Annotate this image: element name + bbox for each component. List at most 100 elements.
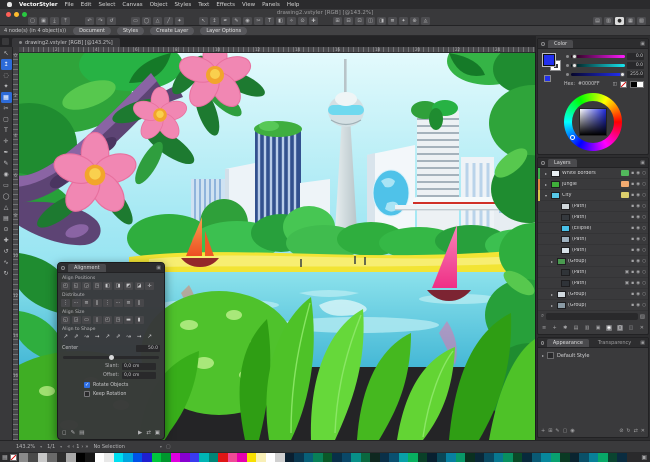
style-icon[interactable]: ◬ bbox=[421, 17, 430, 25]
layer-target-icon[interactable]: ○ bbox=[642, 215, 646, 220]
color-swatch[interactable] bbox=[370, 453, 380, 462]
boolean-icon[interactable]: ⊟ bbox=[344, 17, 353, 25]
redo-icon[interactable]: ↷ bbox=[96, 17, 105, 25]
color-swatch[interactable] bbox=[218, 453, 228, 462]
layer-visibility-icon[interactable]: ◉ bbox=[636, 270, 640, 275]
layer-lock-icon[interactable]: ▪ bbox=[631, 237, 634, 242]
isolate-icon[interactable]: ▥ bbox=[584, 325, 591, 331]
color-swatch[interactable] bbox=[399, 453, 409, 462]
color-swatch[interactable] bbox=[152, 453, 162, 462]
layer-color-chip[interactable] bbox=[621, 192, 629, 198]
panel-menu-icon[interactable] bbox=[541, 161, 545, 165]
zoom-level[interactable]: 143.2% bbox=[16, 444, 35, 450]
transparency-tab[interactable]: Transparency bbox=[592, 339, 637, 347]
align-top-icon[interactable]: ◳ bbox=[93, 282, 102, 290]
align-right-icon[interactable]: ◲ bbox=[82, 282, 91, 290]
duplicate-icon[interactable]: ◫ bbox=[628, 325, 635, 331]
edit-alignment-icon[interactable]: ✎ bbox=[71, 430, 76, 436]
color-swatch[interactable] bbox=[342, 453, 352, 462]
color-swatch[interactable] bbox=[199, 453, 209, 462]
filter-icon[interactable]: ▨ bbox=[640, 314, 645, 320]
apple-menu-icon[interactable] bbox=[7, 2, 12, 7]
color-swatch[interactable] bbox=[313, 453, 323, 462]
color-swatch[interactable] bbox=[437, 453, 447, 462]
polygon-tool[interactable]: △ bbox=[1, 202, 12, 213]
distribute-bottom-icon[interactable]: ≡ bbox=[124, 299, 133, 307]
spiral-tool[interactable]: ↻ bbox=[1, 268, 12, 279]
layer-color-chip[interactable] bbox=[621, 236, 629, 242]
style-box-icon[interactable]: ▢ bbox=[563, 428, 568, 434]
color-swatch[interactable] bbox=[351, 453, 361, 462]
copy-color-icon[interactable]: ◫ bbox=[612, 82, 617, 87]
ruler-corner[interactable] bbox=[13, 47, 19, 53]
distribute-spacing-icon[interactable]: ∥ bbox=[135, 299, 144, 307]
color-slider-knob[interactable] bbox=[572, 63, 577, 68]
knife-tool[interactable]: ✂ bbox=[1, 103, 12, 114]
refresh-style-icon[interactable]: ↻ bbox=[626, 428, 630, 434]
layer-lock-icon[interactable]: ▪ bbox=[631, 215, 634, 220]
alignment-panel-tab[interactable]: Alignment bbox=[68, 264, 106, 272]
color-swatch[interactable] bbox=[85, 453, 95, 462]
layer-name[interactable]: City bbox=[562, 193, 619, 198]
clear-style-icon[interactable]: ⊘ bbox=[619, 428, 623, 434]
layer-row[interactable]: (Path) ▣ ▪ ◉ ○ bbox=[538, 267, 648, 278]
layer-lock-icon[interactable]: ▪ bbox=[631, 248, 634, 253]
layer-color-chip[interactable] bbox=[621, 214, 629, 220]
layer-clip-icon[interactable]: ▣ bbox=[625, 281, 629, 286]
grid-tool[interactable]: ▤ bbox=[1, 213, 12, 224]
fill-stroke-indicator[interactable] bbox=[542, 53, 564, 83]
menu-item[interactable]: File bbox=[65, 2, 74, 8]
color-swatch[interactable] bbox=[361, 453, 371, 462]
shape-align-6-icon[interactable]: ⇗ bbox=[114, 333, 123, 341]
color-swatch[interactable] bbox=[161, 453, 171, 462]
color-swatch[interactable] bbox=[513, 453, 523, 462]
layer-thumbnail[interactable] bbox=[561, 236, 570, 243]
layer-name[interactable]: (Group) bbox=[568, 259, 619, 264]
layer-lock-icon[interactable]: ▪ bbox=[631, 292, 634, 297]
color-swatch[interactable] bbox=[285, 453, 295, 462]
text-icon[interactable]: T bbox=[265, 17, 274, 25]
size-min-icon[interactable]: ▯ bbox=[93, 316, 102, 324]
layer-name[interactable]: (Ellipse) bbox=[572, 226, 619, 231]
layer-expand-arrow[interactable]: ▾ bbox=[545, 193, 549, 198]
layer-thumbnail[interactable] bbox=[557, 258, 566, 265]
layer-search-input[interactable] bbox=[546, 313, 638, 320]
center-slider[interactable] bbox=[63, 356, 159, 359]
align-hcenter-icon[interactable]: ◱ bbox=[72, 282, 81, 290]
color-swatch[interactable] bbox=[484, 453, 494, 462]
lasso-tool[interactable]: ◌ bbox=[1, 70, 12, 81]
layer-name[interactable]: (Path) bbox=[572, 270, 613, 275]
rotate-objects-checkbox[interactable]: ✓ bbox=[84, 382, 90, 388]
layer-color-chip[interactable] bbox=[621, 291, 629, 297]
gradient-icon[interactable]: ◧ bbox=[276, 17, 285, 25]
context-button[interactable]: Styles bbox=[117, 27, 144, 35]
select-icon[interactable]: ↖ bbox=[199, 17, 208, 25]
color-swatch[interactable] bbox=[408, 453, 418, 462]
color-swatch[interactable] bbox=[418, 453, 428, 462]
style-grid-icon[interactable]: ⊞ bbox=[548, 428, 552, 434]
color-swatch[interactable] bbox=[95, 453, 105, 462]
color-swatch[interactable] bbox=[133, 453, 143, 462]
line-shape-icon[interactable]: ╱ bbox=[164, 17, 173, 25]
page-nav-button[interactable]: ‹ bbox=[72, 444, 74, 450]
color-panel-tab[interactable]: Color bbox=[548, 40, 573, 48]
layer-color-chip[interactable] bbox=[621, 170, 629, 176]
document-tab[interactable]: drawing2.vstyler [RGB] [@143.2%] bbox=[12, 38, 120, 47]
knife-icon[interactable]: ✂ bbox=[254, 17, 263, 25]
color-swatch[interactable] bbox=[522, 453, 532, 462]
effects-icon[interactable]: ✦ bbox=[399, 17, 408, 25]
text-tool[interactable]: T bbox=[1, 125, 12, 136]
layer-name[interactable]: (Group) bbox=[568, 292, 619, 297]
size-both-icon[interactable]: ▭ bbox=[82, 316, 91, 324]
snapshot-icon[interactable]: ◉ bbox=[606, 325, 612, 331]
appearance-item[interactable]: ▸ Default Style bbox=[538, 348, 648, 363]
layer-name[interactable]: (Path) bbox=[572, 215, 619, 220]
add-layer-icon[interactable]: + bbox=[552, 325, 558, 331]
chevron-down-icon[interactable]: ▾ bbox=[60, 444, 62, 449]
page-nav-button[interactable]: » bbox=[85, 444, 88, 450]
layer-visibility-icon[interactable]: ◉ bbox=[636, 182, 640, 187]
menu-item[interactable]: View bbox=[242, 2, 255, 8]
layer-thumbnail[interactable] bbox=[561, 214, 570, 221]
color-swatch[interactable] bbox=[503, 453, 513, 462]
context-button[interactable]: Create Layer bbox=[150, 27, 194, 35]
